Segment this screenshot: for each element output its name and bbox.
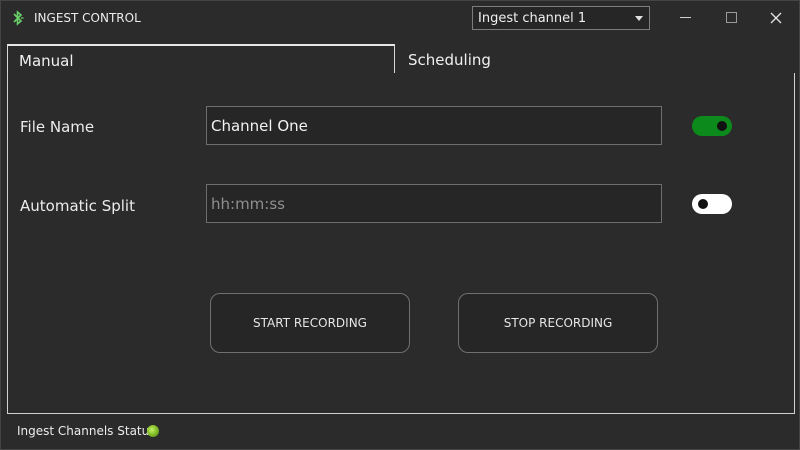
automatic-split-label: Automatic Split xyxy=(20,197,135,215)
file-name-toggle[interactable] xyxy=(692,116,732,136)
file-name-label: File Name xyxy=(20,118,95,136)
stop-recording-button[interactable]: STOP RECORDING xyxy=(458,293,658,353)
minimize-icon xyxy=(680,17,691,18)
window-title: INGEST CONTROL xyxy=(34,11,141,25)
chevron-down-icon xyxy=(635,16,643,21)
ingest-channel-select[interactable]: Ingest channel 1 xyxy=(472,6,650,30)
tab-scheduling[interactable]: Scheduling xyxy=(397,46,800,74)
status-indicator-icon xyxy=(147,425,159,437)
file-name-input[interactable] xyxy=(206,106,662,145)
toggle-knob xyxy=(717,121,727,131)
close-button[interactable] xyxy=(761,6,791,30)
tab-manual[interactable]: Manual xyxy=(7,44,395,74)
ingest-control-window: INGEST CONTROL Ingest channel 1 Manual S… xyxy=(0,0,800,450)
close-icon xyxy=(770,12,782,24)
start-recording-button[interactable]: START RECORDING xyxy=(210,293,410,353)
maximize-button[interactable] xyxy=(716,6,746,30)
automatic-split-toggle[interactable] xyxy=(692,194,732,214)
ingest-channel-select-value: Ingest channel 1 xyxy=(478,11,587,26)
maximize-icon xyxy=(726,12,737,23)
app-logo-icon xyxy=(13,10,24,26)
tab-scheduling-label: Scheduling xyxy=(408,51,491,69)
minimize-button[interactable] xyxy=(671,6,701,30)
automatic-split-input[interactable] xyxy=(206,184,662,223)
status-label: Ingest Channels Status xyxy=(17,424,156,438)
tab-manual-label: Manual xyxy=(19,52,74,70)
title-bar[interactable]: INGEST CONTROL Ingest channel 1 xyxy=(1,1,799,35)
toggle-knob xyxy=(698,199,708,209)
